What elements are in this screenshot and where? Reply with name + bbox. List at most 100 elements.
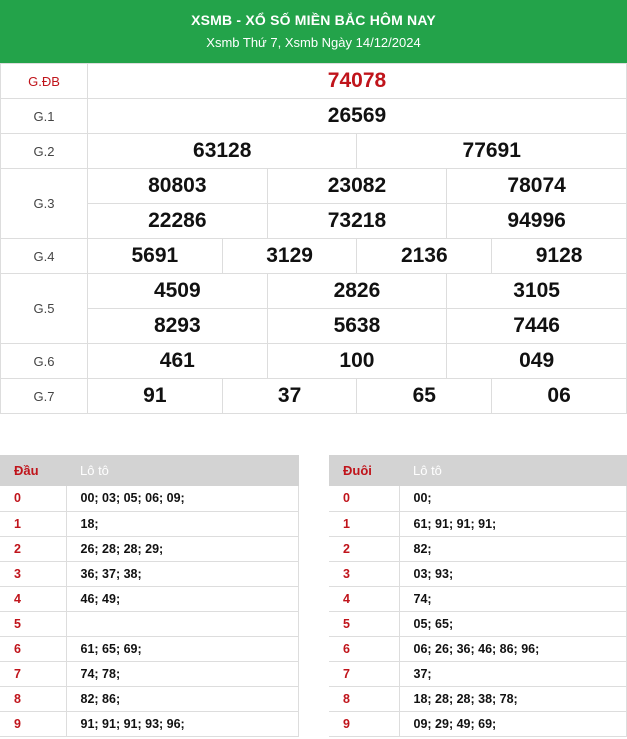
duoi-row: 1 61; 91; 91; 91; — [329, 511, 627, 537]
duoi-loto-table: Đuôi Lô tô 0 00; 1 61; 91; 91; 91; 2 82; 3 03; … — [329, 455, 627, 737]
dau-row: 4 46; 49; — [0, 586, 299, 612]
prize-number-g4: 5691 — [131, 244, 179, 267]
prize-number-g5: 8293 — [153, 314, 201, 337]
duoi-loto-values: 82; — [398, 536, 627, 562]
results-table: G.ĐB 74078 G.1 26569 G.2 63128 77691 G.3… — [0, 63, 627, 414]
duoi-row: 7 37; — [329, 661, 627, 687]
prize-row-gdb: G.ĐB 74078 — [0, 63, 627, 99]
loto-header-label: Lô tô — [66, 455, 299, 486]
dau-loto-values: 26; 28; 28; 29; — [65, 536, 299, 562]
prize-row-g3: 22286 73218 94996 — [1, 203, 627, 239]
duoi-digit: 5 — [329, 611, 399, 637]
page-subtitle: Xsmb Thứ 7, Xsmb Ngày 14/12/2024 — [206, 35, 421, 50]
prize-row-g2: G.2 63128 77691 — [0, 133, 627, 169]
prize-number-g5: 2826 — [333, 279, 381, 302]
dau-row: 8 82; 86; — [0, 686, 299, 712]
prize-number-g2: 77691 — [462, 139, 521, 162]
dau-digit: 4 — [0, 586, 66, 612]
prize-number-g6: 461 — [159, 349, 195, 372]
dau-digit: 3 — [0, 561, 66, 587]
prize-row-g7: G.7 91 37 65 06 — [0, 378, 627, 414]
prize-label-g1: G.1 — [0, 98, 88, 134]
duoi-row: 8 18; 28; 28; 38; 78; — [329, 686, 627, 712]
duoi-header-row: Đuôi Lô tô — [329, 455, 627, 486]
prize-number-g5: 4509 — [153, 279, 201, 302]
prize-label-g2: G.2 — [0, 133, 88, 169]
duoi-loto-values: 00; — [398, 486, 627, 512]
loto-header-label: Lô tô — [399, 455, 627, 486]
duoi-row: 6 06; 26; 36; 46; 86; 96; — [329, 636, 627, 662]
prize-number-g4: 9128 — [535, 244, 583, 267]
prize-number-g4: 3129 — [266, 244, 313, 267]
duoi-loto-values: 61; 91; 91; 91; — [398, 511, 627, 537]
dau-loto-values: 61; 65; 69; — [65, 636, 299, 662]
duoi-digit: 2 — [329, 536, 399, 562]
dau-loto-values: 36; 37; 38; — [65, 561, 299, 587]
dau-loto-values: 74; 78; — [65, 661, 299, 687]
prize-row-g6: G.6 461 100 049 — [0, 343, 627, 379]
prize-number-g3: 94996 — [507, 209, 566, 232]
dau-digit: 8 — [0, 686, 66, 712]
dau-digit: 7 — [0, 661, 66, 687]
dau-row: 5 — [0, 611, 299, 637]
dau-digit: 6 — [0, 636, 66, 662]
duoi-digit: 0 — [329, 486, 399, 512]
dau-digit: 1 — [0, 511, 66, 537]
duoi-row: 4 74; — [329, 586, 627, 612]
dau-loto-values: 91; 91; 91; 93; 96; — [65, 711, 299, 737]
duoi-loto-values: 09; 29; 49; 69; — [398, 711, 627, 737]
dau-loto-values: 46; 49; — [65, 586, 299, 612]
duoi-row: 3 03; 93; — [329, 561, 627, 587]
dau-row: 2 26; 28; 28; 29; — [0, 536, 299, 562]
dau-row: 3 36; 37; 38; — [0, 561, 299, 587]
duoi-row: 0 00; — [329, 486, 627, 512]
prize-number-g2: 63128 — [193, 139, 252, 162]
duoi-digit: 4 — [329, 586, 399, 612]
prize-label-g7: G.7 — [0, 378, 88, 414]
page-header: XSMB - XỔ SỐ MIỀN BẮC HÔM NAY Xsmb Thứ 7… — [0, 0, 627, 64]
dau-header-row: Đầu Lô tô — [0, 455, 299, 486]
duoi-digit: 8 — [329, 686, 399, 712]
dau-loto-values: 82; 86; — [65, 686, 299, 712]
duoi-loto-values: 05; 65; — [398, 611, 627, 637]
prize-number-g4: 2136 — [400, 244, 448, 267]
prize-number-g7: 06 — [547, 384, 571, 407]
prize-row-g4: G.4 5691 3129 2136 9128 — [0, 238, 627, 274]
prize-number-g3: 78074 — [507, 174, 566, 197]
dau-row: 9 91; 91; 91; 93; 96; — [0, 711, 299, 737]
duoi-loto-values: 37; — [398, 661, 627, 687]
duoi-digit: 3 — [329, 561, 399, 587]
dau-digit: 2 — [0, 536, 66, 562]
duoi-loto-values: 18; 28; 28; 38; 78; — [398, 686, 627, 712]
duoi-row: 9 09; 29; 49; 69; — [329, 711, 627, 737]
prize-number-g6: 049 — [519, 349, 555, 372]
prize-number-g7: 65 — [412, 384, 436, 407]
dau-loto-table: Đầu Lô tô 0 00; 03; 05; 06; 09; 1 18; 2 26; 2… — [0, 455, 299, 737]
prize-number-g3: 22286 — [148, 209, 207, 232]
prize-number-g1: 26569 — [327, 104, 387, 127]
prize-number-g5: 5638 — [333, 314, 381, 337]
dau-row: 1 18; — [0, 511, 299, 537]
prize-row-g5: G.5 4509 2826 3105 — [0, 273, 627, 344]
prize-number-g6: 100 — [339, 349, 375, 372]
duoi-header-label: Đuôi — [329, 455, 399, 486]
duoi-digit: 6 — [329, 636, 399, 662]
prize-number-g5: 3105 — [513, 279, 560, 302]
duoi-digit: 1 — [329, 511, 399, 537]
duoi-loto-values: 03; 93; — [398, 561, 627, 587]
prize-number-g3: 73218 — [327, 209, 387, 232]
prize-label-g6: G.6 — [0, 343, 88, 379]
duoi-loto-values: 74; — [398, 586, 627, 612]
prize-row-g3: G.3 80803 23082 78074 — [0, 168, 627, 239]
dau-digit: 5 — [0, 611, 66, 637]
prize-number-g3: 23082 — [327, 174, 387, 197]
prize-label-g5: G.5 — [0, 273, 88, 344]
dau-row: 6 61; 65; 69; — [0, 636, 299, 662]
dau-loto-values: 00; 03; 05; 06; 09; — [65, 486, 299, 512]
prize-label-g4: G.4 — [0, 238, 88, 274]
dau-digit: 0 — [0, 486, 66, 512]
prize-number-g3: 80803 — [148, 174, 207, 197]
duoi-loto-values: 06; 26; 36; 46; 86; 96; — [398, 636, 627, 662]
duoi-digit: 7 — [329, 661, 399, 687]
duoi-row: 5 05; 65; — [329, 611, 627, 637]
